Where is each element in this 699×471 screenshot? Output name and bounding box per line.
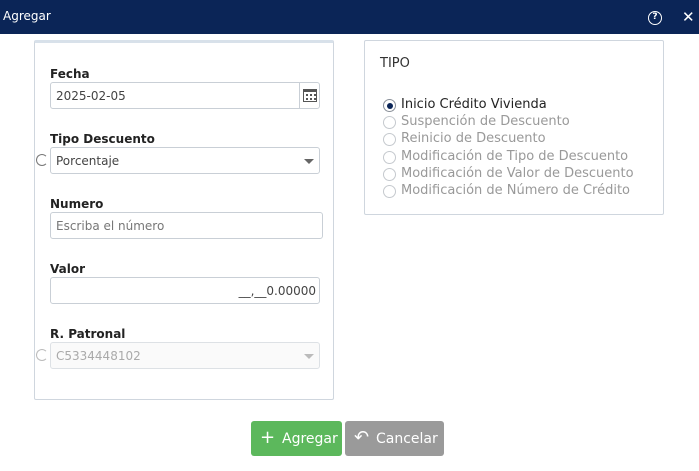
r-patronal-value: C5334448102 [56,349,141,363]
dialog-titlebar: Agregar ? ✕ [0,0,699,34]
plus-icon: + [260,427,276,448]
agregar-button[interactable]: + Agregar [251,421,342,456]
cancelar-button[interactable]: ↶ Cancelar [345,421,444,456]
cancelar-label: Cancelar [376,431,438,447]
tipo-descuento-label: Tipo Descuento [50,132,155,146]
chevron-down-icon [304,159,314,164]
radio-label: Inicio Crédito Vivienda [401,97,547,112]
fecha-field[interactable]: 2025-02-05 [50,82,320,109]
radio-button[interactable] [383,185,396,198]
numero-input[interactable]: Escriba el número [50,212,323,239]
radio-button[interactable] [383,133,396,146]
valor-label: Valor [50,262,86,276]
agregar-label: Agregar [282,431,338,447]
radio-label: Modificación de Valor de Descuento [401,166,634,181]
refresh-icon[interactable] [36,154,48,166]
calendar-button[interactable] [299,83,319,108]
valor-input[interactable]: __,__0.00000 [50,277,320,304]
radio-label: Modificación de Número de Crédito [401,183,631,198]
radio-button[interactable] [383,151,396,164]
tipo-descuento-value: Porcentaje [56,154,120,168]
radio-label: Reinicio de Descuento [401,131,546,146]
radio-label: Suspención de Descuento [401,114,570,129]
dialog-title: Agregar [3,9,51,23]
numero-placeholder: Escriba el número [56,219,165,233]
tipo-title: TIPO [380,56,410,71]
radio-button[interactable] [383,116,396,129]
fecha-value: 2025-02-05 [56,89,126,103]
radio-button[interactable] [383,99,396,112]
numero-label: Numero [50,197,104,211]
r-patronal-select: C5334448102 [50,342,320,369]
radio-button[interactable] [383,168,396,181]
r-patronal-label: R. Patronal [50,327,126,341]
chevron-down-icon [304,354,314,359]
undo-icon: ↶ [354,427,370,448]
tipo-descuento-select[interactable]: Porcentaje [50,147,320,174]
fecha-label: Fecha [50,67,90,81]
calendar-icon [303,89,317,102]
valor-value: __,__0.00000 [238,284,316,298]
help-circle-icon[interactable]: ? [648,11,662,25]
refresh-icon [36,349,48,361]
close-icon[interactable]: ✕ [682,8,695,26]
radio-label: Modificación de Tipo de Descuento [401,149,629,164]
